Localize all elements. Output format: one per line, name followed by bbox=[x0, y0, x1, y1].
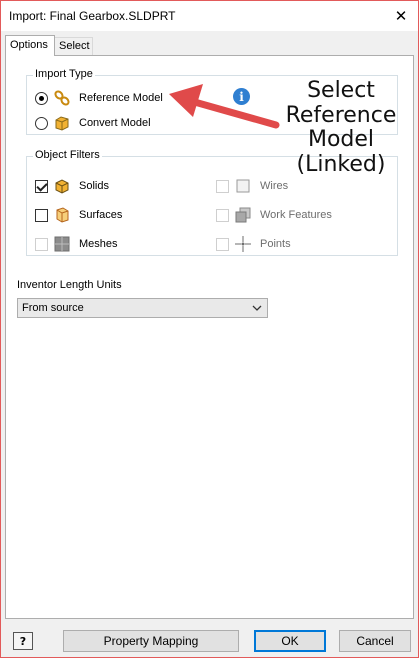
solid-cube-icon bbox=[53, 177, 71, 195]
tab-options[interactable]: Options bbox=[5, 35, 55, 56]
length-units-label: Inventor Length Units bbox=[17, 279, 122, 291]
wires-label: Wires bbox=[260, 180, 289, 192]
window-title: Import: Final Gearbox.SLDPRT bbox=[9, 9, 176, 23]
wire-icon bbox=[234, 177, 252, 195]
reference-model-label: Reference Model bbox=[79, 92, 163, 104]
ok-button[interactable]: OK bbox=[254, 630, 326, 652]
title-bar: Import: Final Gearbox.SLDPRT ✕ bbox=[1, 1, 418, 31]
option-reference-model[interactable]: Reference Model bbox=[35, 89, 163, 107]
reference-link-icon bbox=[53, 89, 71, 107]
work-features-checkbox bbox=[216, 208, 229, 222]
points-checkbox bbox=[216, 237, 229, 251]
filter-wires: Wires bbox=[216, 177, 288, 195]
import-dialog: Import: Final Gearbox.SLDPRT ✕ Options S… bbox=[0, 0, 419, 658]
surface-icon bbox=[53, 206, 71, 224]
meshes-label: Meshes bbox=[79, 238, 118, 250]
convert-model-label: Convert Model bbox=[79, 117, 151, 129]
meshes-checkbox bbox=[35, 237, 48, 251]
option-convert-model[interactable]: Convert Model bbox=[35, 114, 151, 132]
work-features-label: Work Features bbox=[260, 209, 332, 221]
filter-points: Points bbox=[216, 235, 291, 253]
close-button[interactable]: ✕ bbox=[390, 5, 412, 27]
solids-checkbox[interactable] bbox=[35, 179, 48, 193]
filter-meshes: Meshes bbox=[35, 235, 118, 253]
chevron-down-icon bbox=[252, 305, 262, 311]
property-mapping-button[interactable]: Property Mapping bbox=[63, 630, 239, 652]
reference-model-radio[interactable] bbox=[35, 91, 48, 105]
length-units-value: From source bbox=[22, 302, 84, 314]
convert-model-radio[interactable] bbox=[35, 116, 48, 130]
filter-solids[interactable]: Solids bbox=[35, 177, 109, 195]
mesh-icon bbox=[53, 235, 71, 253]
length-units-select[interactable]: From source bbox=[17, 298, 268, 318]
points-label: Points bbox=[260, 238, 291, 250]
wires-checkbox bbox=[216, 179, 229, 193]
filter-surfaces[interactable]: Surfaces bbox=[35, 206, 122, 224]
surfaces-label: Surfaces bbox=[79, 209, 123, 221]
annotation-line: Select bbox=[307, 78, 375, 103]
annotation-line: (Linked) bbox=[296, 151, 386, 177]
filter-work-features: Work Features bbox=[216, 206, 332, 224]
convert-model-icon bbox=[53, 114, 71, 132]
surfaces-checkbox[interactable] bbox=[35, 208, 48, 222]
cancel-button[interactable]: Cancel bbox=[339, 630, 411, 652]
object-filters-title: Object Filters bbox=[33, 149, 102, 161]
work-features-icon bbox=[234, 206, 252, 224]
point-icon bbox=[234, 235, 252, 253]
tab-select[interactable]: Select bbox=[55, 37, 93, 55]
annotation-line: Reference bbox=[285, 102, 397, 128]
annotation-text: Select Reference Model (Linked) bbox=[271, 78, 411, 177]
solids-label: Solids bbox=[79, 180, 109, 192]
import-type-title: Import Type bbox=[33, 68, 95, 80]
help-button[interactable]: ? bbox=[13, 632, 33, 650]
annotation-line: Model bbox=[307, 127, 375, 152]
